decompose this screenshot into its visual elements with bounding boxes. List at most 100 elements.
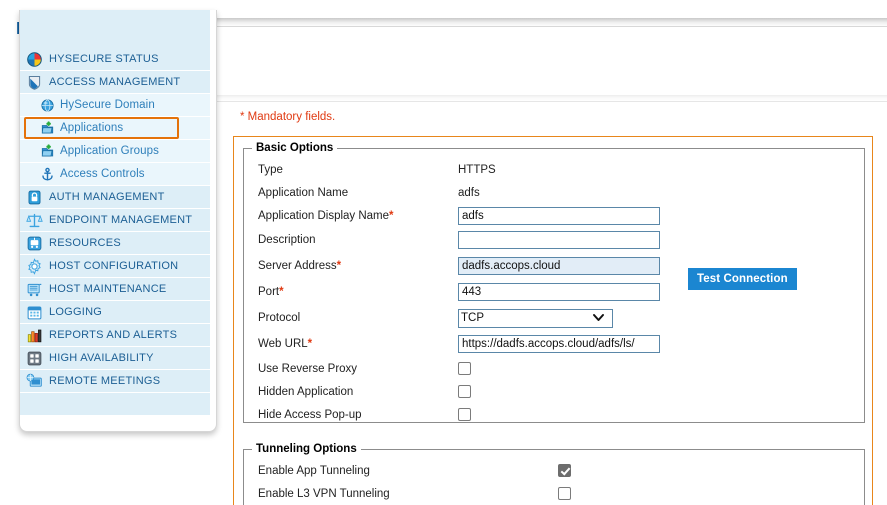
description-label: Description: [258, 234, 458, 246]
hide-access-popup-checkbox[interactable]: [458, 408, 471, 421]
sidebar-item-label: ACCESS MANAGEMENT: [49, 76, 180, 88]
enable-app-tunneling-checkbox[interactable]: [558, 464, 571, 477]
sidebar-item-label: Access Controls: [60, 168, 145, 180]
calendar-icon: [26, 304, 43, 321]
row-protocol: Protocol TCPUDP: [244, 305, 864, 331]
sidebar-item-auth-management[interactable]: AUTH MANAGEMENT: [20, 186, 210, 209]
required-asterisk: *: [279, 286, 283, 298]
hide-access-popup-label: Hide Access Pop-up: [258, 409, 458, 421]
type-value: HTTPS: [458, 164, 496, 176]
type-label: Type: [258, 164, 458, 176]
sidebar-item-label: HOST CONFIGURATION: [49, 260, 178, 272]
row-application-display-name: Application Display Name*: [244, 204, 864, 227]
anchor-icon: [40, 167, 55, 182]
application-display-name-label-text: Application Display Name: [258, 210, 389, 222]
remote-desktop-icon: [26, 373, 43, 390]
resources-icon: [26, 235, 43, 252]
sidebar-item-label: RESOURCES: [49, 237, 121, 249]
bar-chart-icon: [26, 327, 43, 344]
sidebar-nav: HYSECURE STATUS ACCESS MANAGEMENT HySecure…: [20, 10, 210, 423]
application-window: HYSECURE STATUS ACCESS MANAGEMENT HySecure…: [0, 18, 887, 505]
row-enable-l3-vpn: Enable L3 VPN Tunneling: [244, 482, 864, 505]
sidebar-item-host-maintenance[interactable]: HOST MAINTENANCE: [20, 278, 210, 301]
sidebar-item-list: HYSECURE STATUS ACCESS MANAGEMENT HySecure…: [20, 48, 210, 393]
test-connection-button[interactable]: Test Connection: [688, 268, 797, 290]
sidebar-item-hysecure-status[interactable]: HYSECURE STATUS: [20, 48, 210, 71]
top-gradient-bar: [211, 18, 887, 27]
sidebar-item-applications[interactable]: Applications: [20, 117, 210, 140]
globe-status-icon: [26, 51, 43, 68]
sidebar-item-host-configuration[interactable]: HOST CONFIGURATION: [20, 255, 210, 278]
sidebar-item-remote-meetings[interactable]: REMOTE MEETINGS: [20, 370, 210, 393]
sidebar-item-label: HYSECURE STATUS: [49, 53, 159, 65]
sidebar-item-label: AUTH MANAGEMENT: [49, 191, 165, 203]
enable-app-tunneling-label: Enable App Tunneling: [258, 465, 558, 477]
description-input[interactable]: [458, 231, 660, 249]
row-description: Description: [244, 227, 864, 253]
sidebar-item-label: HIGH AVAILABILITY: [49, 352, 154, 364]
sidebar-item-application-groups[interactable]: Application Groups: [20, 140, 210, 163]
tunneling-options-legend: Tunneling Options: [252, 443, 361, 455]
enable-l3-vpn-checkbox[interactable]: [558, 487, 571, 500]
sidebar-item-hysecure-domain[interactable]: HySecure Domain: [20, 94, 210, 117]
scales-icon: [26, 212, 43, 229]
required-asterisk: *: [389, 210, 393, 222]
row-enable-app-tunneling: Enable App Tunneling: [244, 459, 864, 482]
sidebar-item-endpoint-management[interactable]: ENDPOINT MANAGEMENT: [20, 209, 210, 232]
hidden-application-label: Hidden Application: [258, 386, 458, 398]
port-input[interactable]: [458, 283, 660, 301]
mandatory-fields-note: * Mandatory fields.: [240, 111, 335, 123]
row-hidden-application: Hidden Application: [244, 380, 864, 403]
application-group-icon: [40, 144, 55, 159]
server-cart-icon: [26, 281, 43, 298]
gear-icon: [26, 258, 43, 275]
protocol-label: Protocol: [258, 312, 458, 324]
web-url-label: Web URL*: [258, 338, 458, 350]
row-type: Type HTTPS: [244, 158, 864, 181]
sidebar-item-label: REPORTS AND ALERTS: [49, 329, 177, 341]
sidebar-item-label: ENDPOINT MANAGEMENT: [49, 214, 192, 226]
sidebar-item-resources[interactable]: RESOURCES: [20, 232, 210, 255]
required-asterisk: *: [337, 260, 341, 272]
application-name-value: adfs: [458, 187, 480, 199]
web-url-input[interactable]: [458, 335, 660, 353]
row-hide-access-popup: Hide Access Pop-up: [244, 403, 864, 426]
sidebar-item-label: Application Groups: [60, 145, 159, 157]
enable-l3-vpn-label: Enable L3 VPN Tunneling: [258, 488, 558, 500]
sidebar-item-label: Applications: [60, 122, 123, 134]
required-asterisk: *: [308, 338, 312, 350]
basic-options-legend: Basic Options: [252, 142, 337, 154]
row-application-name: Application Name adfs: [244, 181, 864, 204]
lock-icon: [26, 189, 43, 206]
row-web-url: Web URL*: [244, 331, 864, 357]
application-folder-icon: [40, 121, 55, 136]
sidebar-item-label: REMOTE MEETINGS: [49, 375, 160, 387]
sidebar-bottom-spacer: [20, 393, 210, 415]
web-url-label-text: Web URL: [258, 338, 308, 350]
application-display-name-label: Application Display Name*: [258, 210, 458, 222]
sidebar-item-access-management[interactable]: ACCESS MANAGEMENT: [20, 71, 210, 94]
hidden-application-checkbox[interactable]: [458, 385, 471, 398]
sidebar-item-logging[interactable]: LOGGING: [20, 301, 210, 324]
header-separator: [211, 95, 887, 102]
server-address-label-text: Server Address: [258, 260, 337, 272]
shield-icon: [26, 74, 43, 91]
sidebar-item-access-controls[interactable]: Access Controls: [20, 163, 210, 186]
sidebar-top-spacer: [20, 10, 210, 48]
protocol-select[interactable]: TCPUDP: [458, 309, 613, 328]
server-address-label: Server Address*: [258, 260, 458, 272]
application-display-name-input[interactable]: [458, 207, 660, 225]
tunneling-options-section: Tunneling Options Enable App Tunneling E…: [243, 443, 865, 505]
sidebar-item-high-availability[interactable]: HIGH AVAILABILITY: [20, 347, 210, 370]
use-reverse-proxy-checkbox[interactable]: [458, 362, 471, 375]
use-reverse-proxy-label: Use Reverse Proxy: [258, 363, 458, 375]
row-use-reverse-proxy: Use Reverse Proxy: [244, 357, 864, 380]
server-address-input[interactable]: [458, 257, 660, 275]
sidebar-item-reports-and-alerts[interactable]: REPORTS AND ALERTS: [20, 324, 210, 347]
application-name-label: Application Name: [258, 187, 458, 199]
cluster-icon: [26, 350, 43, 367]
sidebar-item-label: HySecure Domain: [60, 99, 155, 111]
sidebar-item-label: HOST MAINTENANCE: [49, 283, 166, 295]
sidebar-item-label: LOGGING: [49, 306, 102, 318]
port-label-text: Port: [258, 286, 279, 298]
